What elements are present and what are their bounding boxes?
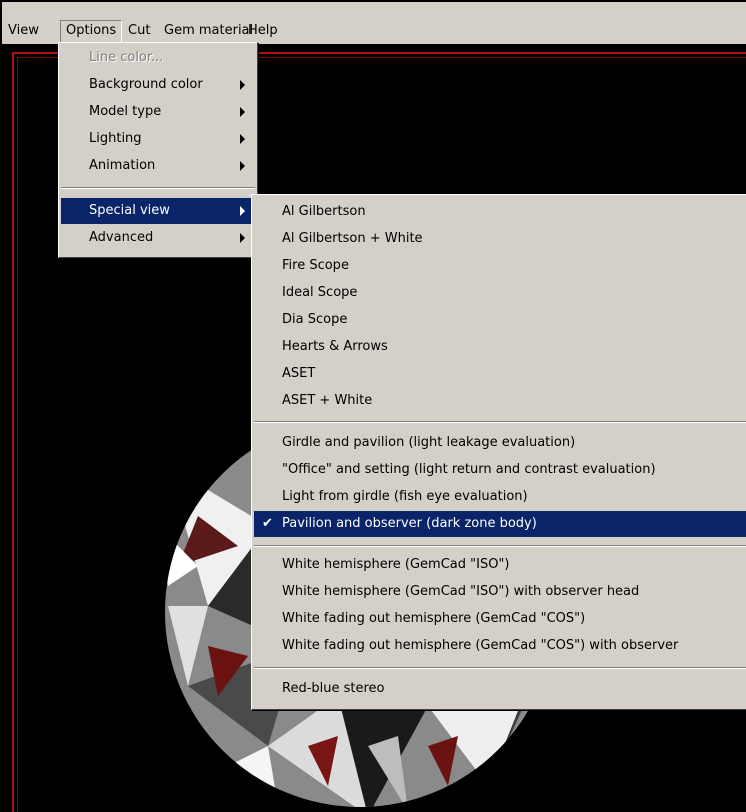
menu-item-model-type[interactable]: Model type <box>61 99 255 125</box>
menu-item-aset[interactable]: ASET <box>254 361 746 387</box>
submenu-arrow-icon <box>240 233 245 243</box>
menu-item-advanced[interactable]: Advanced <box>61 225 255 251</box>
menu-item-lighting[interactable]: Lighting <box>61 126 255 152</box>
menu-item-animation[interactable]: Animation <box>61 153 255 179</box>
menu-cut[interactable]: Cut <box>122 20 156 42</box>
menu-item-white-fading-cos-observer[interactable]: White fading out hemisphere (GemCad "COS… <box>254 633 746 659</box>
menu-separator <box>254 667 746 669</box>
menu-item-dia-scope[interactable]: Dia Scope <box>254 307 746 333</box>
special-view-submenu: Al Gilbertson Al Gilbertson + White Fire… <box>251 194 746 710</box>
menu-bar: View Options Cut Gem material Help <box>2 2 746 44</box>
submenu-arrow-icon <box>240 80 245 90</box>
menu-item-al-gilbertson[interactable]: Al Gilbertson <box>254 199 746 225</box>
menu-item-pavilion-observer[interactable]: ✔ Pavilion and observer (dark zone body) <box>254 511 746 537</box>
menu-item-white-fading-cos[interactable]: White fading out hemisphere (GemCad "COS… <box>254 606 746 632</box>
menu-separator <box>61 187 255 189</box>
menu-item-girdle-pavilion[interactable]: Girdle and pavilion (light leakage evalu… <box>254 430 746 456</box>
submenu-arrow-icon <box>240 134 245 144</box>
menu-item-fire-scope[interactable]: Fire Scope <box>254 253 746 279</box>
menu-item-red-blue-stereo[interactable]: Red-blue stereo <box>254 676 746 702</box>
menu-item-white-hemisphere-iso[interactable]: White hemisphere (GemCad "ISO") <box>254 552 746 578</box>
menu-item-aset-white[interactable]: ASET + White <box>254 388 746 414</box>
menu-item-background-color[interactable]: Background color <box>61 72 255 98</box>
submenu-arrow-icon <box>240 161 245 171</box>
menu-separator <box>254 545 746 547</box>
menu-separator <box>254 421 746 423</box>
menu-help[interactable]: Help <box>242 20 284 42</box>
menu-item-ideal-scope[interactable]: Ideal Scope <box>254 280 746 306</box>
menu-item-special-view[interactable]: Special view <box>61 198 255 224</box>
menu-item-light-from-girdle[interactable]: Light from girdle (fish eye evaluation) <box>254 484 746 510</box>
menu-view[interactable]: View <box>2 20 45 42</box>
submenu-arrow-icon <box>240 107 245 117</box>
checkmark-icon: ✔ <box>262 516 273 531</box>
menu-item-office-setting[interactable]: "Office" and setting (light return and c… <box>254 457 746 483</box>
options-menu: Line color... Background color Model typ… <box>58 42 258 258</box>
submenu-arrow-icon <box>240 206 245 216</box>
menu-item-al-gilbertson-white[interactable]: Al Gilbertson + White <box>254 226 746 252</box>
menu-item-hearts-arrows[interactable]: Hearts & Arrows <box>254 334 746 360</box>
menu-item-line-color: Line color... <box>89 50 164 65</box>
menu-options[interactable]: Options <box>60 20 123 44</box>
menu-item-white-hemisphere-iso-observer[interactable]: White hemisphere (GemCad "ISO") with obs… <box>254 579 746 605</box>
